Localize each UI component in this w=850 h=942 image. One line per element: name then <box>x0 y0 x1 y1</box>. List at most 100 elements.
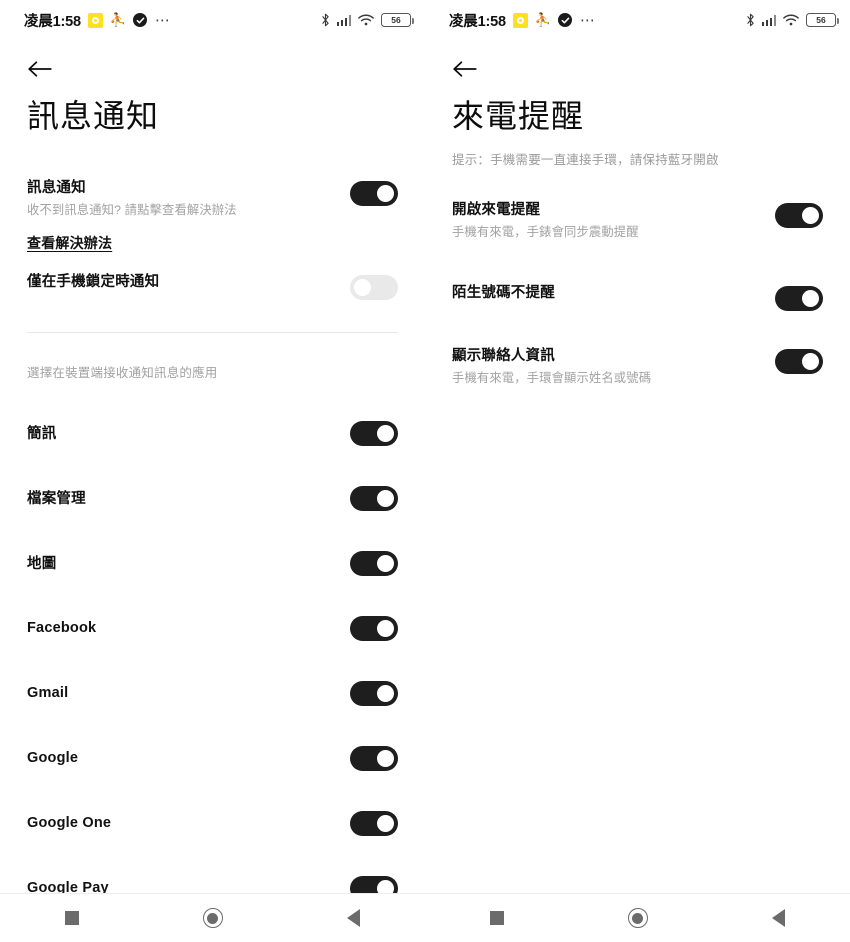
status-bar-time: 凌晨1:58 <box>24 13 81 30</box>
right-back-row <box>425 40 850 84</box>
row-enable-call-alert[interactable]: 開啟來電提醒 手機有來電，手錶會同步震動提醒 <box>452 201 823 241</box>
more-dots-icon: ⋯ <box>155 11 172 29</box>
app-name: 簡訊 <box>27 426 57 443</box>
recents-square-icon <box>489 911 504 925</box>
row-notify-only-when-locked[interactable]: 僅在手機鎖定時通知 <box>27 273 398 300</box>
list-item-app[interactable]: 簡訊 <box>0 418 425 448</box>
row-title: 開啟來電提醒 <box>452 202 541 219</box>
row-message-notification[interactable]: 訊息通知 收不到訊息通知? 請點擊查看解決辦法 <box>27 179 398 219</box>
bluetooth-icon <box>321 13 330 27</box>
app-notification-list: 簡訊 檔案管理 地圖 Facebook Gmail Google Google … <box>0 418 425 903</box>
row-texts: 開啟來電提醒 手機有來電，手錶會同步震動提醒 <box>452 201 775 241</box>
right-screen-incoming-call-settings: 凌晨1:58 ⛹ ⋯ 56 來電提醒 提示：手機需要一直連接手環，請保持藍牙開啟… <box>425 0 850 942</box>
battery-level: 56 <box>391 14 401 25</box>
toggle-app[interactable] <box>350 616 398 642</box>
status-bar: 凌晨1:58 ⛹ ⋯ 56 <box>0 0 425 40</box>
list-item-app[interactable]: Facebook <box>0 613 425 643</box>
app-name: 檔案管理 <box>27 491 86 508</box>
check-circle-icon <box>558 13 573 27</box>
row-title: 僅在手機鎖定時通知 <box>27 273 160 290</box>
home-button[interactable] <box>196 901 230 935</box>
list-item-app[interactable]: 檔案管理 <box>0 483 425 513</box>
gmail-icon: ⛹ <box>534 12 552 28</box>
status-bar-time: 凌晨1:58 <box>449 13 506 30</box>
toggle-app[interactable] <box>350 681 398 707</box>
cellular-signal-icon <box>761 14 776 26</box>
wifi-icon <box>358 14 374 26</box>
notification-app-icon <box>87 12 103 28</box>
toggle-show-contact-info[interactable] <box>775 349 823 375</box>
status-bar-right: 56 <box>321 13 415 27</box>
page-title: 訊息通知 <box>27 98 160 134</box>
toggle-app[interactable] <box>350 811 398 837</box>
toggle-no-alert-unknown-number[interactable] <box>775 286 823 312</box>
left-back-row <box>0 40 425 84</box>
check-circle-icon <box>133 13 148 27</box>
app-name: Google <box>27 749 79 766</box>
solution-link-row: 查看解決辦法 <box>0 233 425 253</box>
home-circle-icon <box>202 908 223 928</box>
notification-app-icon <box>512 12 528 28</box>
app-name: Google One <box>27 814 112 831</box>
status-bar: 凌晨1:58 ⛹ ⋯ 56 <box>425 0 850 40</box>
android-nav-bar <box>0 893 425 942</box>
row-texts: 陌生號碼不提醒 <box>452 284 775 302</box>
toggle-notify-only-when-locked[interactable] <box>350 274 398 300</box>
toggle-app[interactable] <box>350 421 398 447</box>
left-screen-notification-settings: 凌晨1:58 ⛹ ⋯ 56 訊息通知 訊息通知 收不到訊息通知? 請點擊查看解決… <box>0 0 425 942</box>
status-bar-left: 凌晨1:58 ⛹ ⋯ <box>24 10 321 31</box>
back-nav-button[interactable] <box>762 901 796 935</box>
toggle-app[interactable] <box>350 746 398 772</box>
battery-indicator: 56 <box>381 13 415 27</box>
list-item-app[interactable]: 地圖 <box>0 548 425 578</box>
recents-button[interactable] <box>55 901 89 935</box>
app-section-label: 選擇在裝置端接收通知訊息的應用 <box>27 365 218 380</box>
view-solution-link[interactable]: 查看解決辦法 <box>27 235 112 251</box>
recents-square-icon <box>64 911 79 925</box>
row-subtitle: 收不到訊息通知? 請點擊查看解決辦法 <box>27 202 237 217</box>
bluetooth-icon <box>746 13 755 27</box>
row-title: 陌生號碼不提醒 <box>452 285 555 302</box>
toggle-enable-call-alert[interactable] <box>775 203 823 229</box>
toggle-app[interactable] <box>350 486 398 512</box>
more-dots-icon: ⋯ <box>580 11 597 29</box>
app-name: Gmail <box>27 684 69 701</box>
wifi-icon <box>783 14 799 26</box>
recents-button[interactable] <box>480 901 514 935</box>
list-item-app[interactable]: Google <box>0 743 425 773</box>
list-item-app[interactable]: Gmail <box>0 678 425 708</box>
cellular-signal-icon <box>336 14 351 26</box>
back-button[interactable] <box>452 54 486 84</box>
dual-screenshot-container: 凌晨1:58 ⛹ ⋯ 56 訊息通知 訊息通知 收不到訊息通知? 請點擊查看解決… <box>0 0 850 942</box>
toggle-message-notification[interactable] <box>350 180 398 206</box>
left-lock-row-wrap: 僅在手機鎖定時通知 <box>0 273 425 300</box>
home-button[interactable] <box>621 901 655 935</box>
status-bar-right: 56 <box>746 13 840 27</box>
right-rows: 開啟來電提醒 手機有來電，手錶會同步震動提醒 陌生號碼不提醒 顯示聯絡人資訊 手… <box>425 201 850 386</box>
back-triangle-icon <box>347 909 360 927</box>
app-name: Facebook <box>27 619 97 636</box>
app-name: 地圖 <box>27 556 57 573</box>
section-divider <box>27 331 398 333</box>
row-no-alert-unknown-number[interactable]: 陌生號碼不提醒 <box>452 284 823 312</box>
row-subtitle: 手機有來電，手錶會同步震動提醒 <box>452 225 639 240</box>
row-title: 顯示聯絡人資訊 <box>452 348 555 365</box>
back-button[interactable] <box>27 54 61 84</box>
row-texts: 僅在手機鎖定時通知 <box>27 273 350 291</box>
left-primary-rows: 訊息通知 收不到訊息通知? 請點擊查看解決辦法 <box>0 179 425 219</box>
battery-indicator: 56 <box>806 13 840 27</box>
row-texts: 顯示聯絡人資訊 手機有來電，手環會顯示姓名或號碼 <box>452 347 775 387</box>
status-bar-left: 凌晨1:58 ⛹ ⋯ <box>449 10 746 31</box>
list-item-app[interactable]: Google One <box>0 808 425 838</box>
gmail-icon: ⛹ <box>109 12 127 28</box>
page-hint: 提示：手機需要一直連接手環，請保持藍牙開啟 <box>452 152 719 167</box>
toggle-app[interactable] <box>350 551 398 577</box>
back-triangle-icon <box>772 909 785 927</box>
home-circle-icon <box>627 908 648 928</box>
back-nav-button[interactable] <box>337 901 371 935</box>
row-title: 訊息通知 <box>27 179 86 196</box>
battery-level: 56 <box>816 14 826 25</box>
row-show-contact-info[interactable]: 顯示聯絡人資訊 手機有來電，手環會顯示姓名或號碼 <box>452 347 823 387</box>
android-nav-bar <box>425 893 850 942</box>
row-texts: 訊息通知 收不到訊息通知? 請點擊查看解決辦法 <box>27 179 350 219</box>
